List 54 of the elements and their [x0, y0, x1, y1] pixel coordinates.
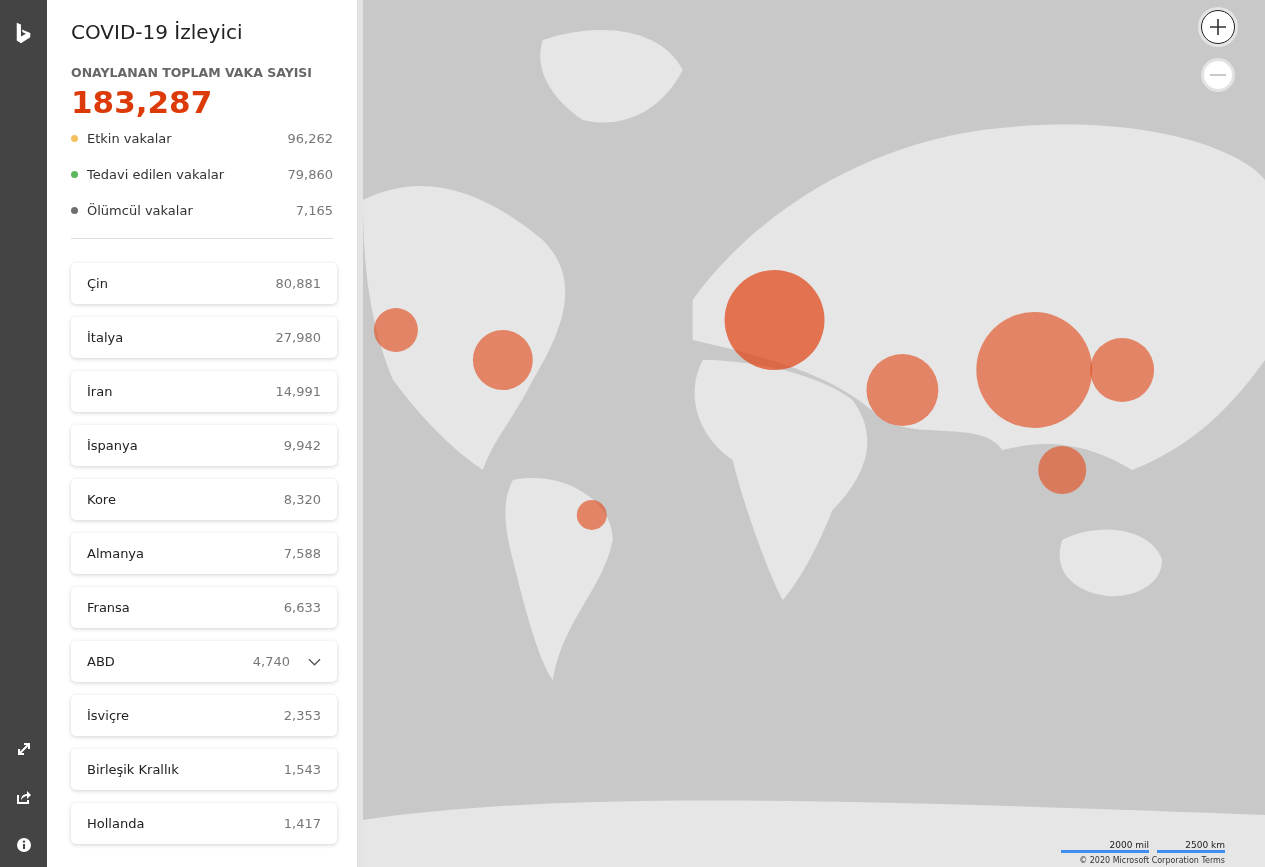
case-count: 80,881 [275, 276, 321, 291]
scrollbar[interactable] [357, 0, 363, 867]
stat-label: Ölümcül vakalar [87, 202, 194, 218]
case-count: 6,633 [283, 600, 321, 615]
case-count: 27,980 [275, 330, 321, 345]
country-name: Almanya [87, 546, 146, 561]
case-count: 4,740 [252, 654, 290, 669]
country-card[interactable]: İtalya 27,980 [71, 317, 337, 358]
country-card[interactable]: ABD 4,740 [71, 641, 337, 682]
country-name: ABD [87, 654, 116, 669]
case-count: 14,991 [275, 384, 321, 399]
case-count: 7,588 [283, 546, 321, 561]
stat-label: Tedavi edilen vakalar [87, 166, 226, 182]
country-card[interactable]: Birleşik Krallık 1,543 [71, 749, 337, 790]
info-icon[interactable] [15, 837, 32, 853]
case-count: 2,353 [283, 708, 321, 723]
zoom-in-button[interactable] [1201, 10, 1235, 44]
scale-bar: 2500 km [1157, 840, 1225, 853]
country-name: Kore [87, 492, 117, 507]
total-label: ONAYLANAN TOPLAM VAKA SAYISI [71, 65, 313, 80]
stat-value: 79,860 [287, 166, 333, 182]
country-name: Hollanda [87, 816, 146, 831]
country-card[interactable]: Almanya 7,588 [71, 533, 337, 574]
country-name: İtalya [87, 330, 125, 345]
country-card[interactable]: Çin 80,881 [71, 263, 337, 304]
copyright-text: © 2020 Microsoft Corporation Terms [1079, 856, 1225, 865]
stat-value: 96,262 [287, 130, 333, 146]
plus-icon [1208, 17, 1228, 37]
country-name: Fransa [87, 600, 131, 615]
case-count: 1,417 [283, 816, 321, 831]
case-count: 9,942 [283, 438, 321, 453]
chevron-icon[interactable] [308, 657, 321, 666]
case-count: 1,543 [283, 762, 321, 777]
country-card[interactable]: İspanya 9,942 [71, 425, 337, 466]
expand-icon[interactable] [15, 741, 32, 757]
logo-icon[interactable] [15, 22, 32, 44]
stat-value: 7,165 [295, 202, 333, 218]
country-card[interactable]: Fransa 6,633 [71, 587, 337, 628]
country-card[interactable]: İsviçre 2,353 [71, 695, 337, 736]
country-card[interactable]: Hollanda 1,417 [71, 803, 337, 844]
minus-icon [1210, 74, 1226, 76]
country-name: İsviçre [87, 708, 131, 723]
country-card[interactable]: İran 14,991 [71, 371, 337, 412]
country-card[interactable]: Kore 8,320 [71, 479, 337, 520]
share-icon[interactable] [15, 789, 32, 805]
stat-label: Etkin vakalar [87, 130, 173, 146]
scale-bar: 2000 mil [1061, 840, 1149, 853]
country-name: Çin [87, 276, 109, 291]
app-title: COVID-19 İzleyici [71, 20, 244, 44]
country-name: İran [87, 384, 114, 399]
total-count: 183,287 [71, 84, 214, 120]
country-name: Birleşik Krallık [87, 762, 180, 777]
case-count: 8,320 [283, 492, 321, 507]
country-name: İspanya [87, 438, 139, 453]
